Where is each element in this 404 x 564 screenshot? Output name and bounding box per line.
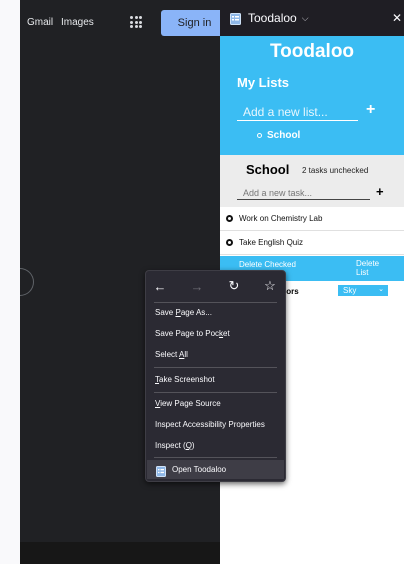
menu-divider [154, 392, 277, 393]
my-lists-heading: My Lists [237, 75, 290, 90]
task-checkbox-icon[interactable] [226, 239, 233, 246]
menu-divider [154, 302, 277, 303]
toodaloo-extension-icon [230, 12, 241, 25]
new-list-input[interactable] [237, 103, 358, 121]
delete-checked-button[interactable]: Delete Checked [239, 260, 296, 269]
task-text: Take English Quiz [239, 238, 304, 247]
unchecked-status: 2 tasks unchecked [302, 166, 369, 175]
sidebar-header: Toodaloo ⌵ ✕ [220, 0, 404, 36]
task-text: Work on Chemistry Lab [239, 214, 323, 223]
add-list-button[interactable]: + [366, 101, 375, 119]
chevron-down-icon[interactable]: ⌵ [302, 13, 309, 24]
task-row[interactable]: Work on Chemistry Lab [220, 207, 404, 231]
delete-list-button[interactable]: Delete List [356, 259, 386, 277]
back-arrow-icon[interactable]: ← [150, 276, 170, 296]
sidebar-title[interactable]: Toodaloo [248, 11, 297, 25]
color-select[interactable]: Sky ⌄ [338, 285, 388, 296]
menu-item-label: Open Toodaloo [172, 465, 227, 474]
menu-item-open-toodaloo[interactable]: Open Toodaloo [147, 460, 284, 479]
context-nav-row: ← → ↻ ☆ [146, 271, 285, 302]
close-icon[interactable]: ✕ [392, 11, 404, 25]
page-edge-circle [20, 268, 34, 296]
color-select-value: Sky [343, 286, 357, 295]
images-link[interactable]: Images [61, 17, 94, 28]
toodaloo-extension-icon [156, 464, 166, 477]
menu-item-take-screenshot[interactable]: Take Screenshot [155, 375, 215, 384]
menu-item-inspect[interactable]: Inspect (Q) [155, 441, 195, 450]
current-list-title: School [246, 162, 290, 177]
menu-item-save-page-as[interactable]: Save Page As... [155, 308, 212, 317]
colors-label: lors [284, 287, 299, 296]
list-bullet-icon [257, 133, 262, 138]
new-task-input[interactable] [237, 186, 370, 200]
task-row[interactable]: Take English Quiz [220, 231, 404, 255]
page-footer-bar [20, 542, 220, 564]
menu-divider [154, 457, 277, 458]
add-task-button[interactable]: + [376, 184, 384, 199]
bookmark-star-icon[interactable]: ☆ [260, 276, 280, 296]
reload-icon[interactable]: ↻ [224, 276, 244, 296]
chevron-down-icon: ⌄ [378, 286, 384, 293]
gmail-link[interactable]: Gmail [27, 17, 53, 28]
list-item-school[interactable]: School [257, 130, 300, 141]
context-menu: ← → ↻ ☆ Save Page As... Save Page to Poc… [145, 270, 286, 482]
apps-grid-icon[interactable] [130, 16, 142, 28]
app-title: Toodaloo [269, 41, 355, 62]
menu-item-inspect-accessibility[interactable]: Inspect Accessibility Properties [155, 420, 265, 429]
list-item-label: School [267, 130, 301, 141]
menu-divider [154, 367, 277, 368]
menu-item-view-page-source[interactable]: View Page Source [155, 399, 221, 408]
forward-arrow-icon[interactable]: → [187, 276, 207, 296]
menu-item-select-all[interactable]: Select All [155, 350, 188, 359]
sign-in-button[interactable]: Sign in [161, 10, 228, 36]
menu-item-save-to-pocket[interactable]: Save Page to Pocket [155, 329, 230, 338]
task-checkbox-icon[interactable] [226, 215, 233, 222]
